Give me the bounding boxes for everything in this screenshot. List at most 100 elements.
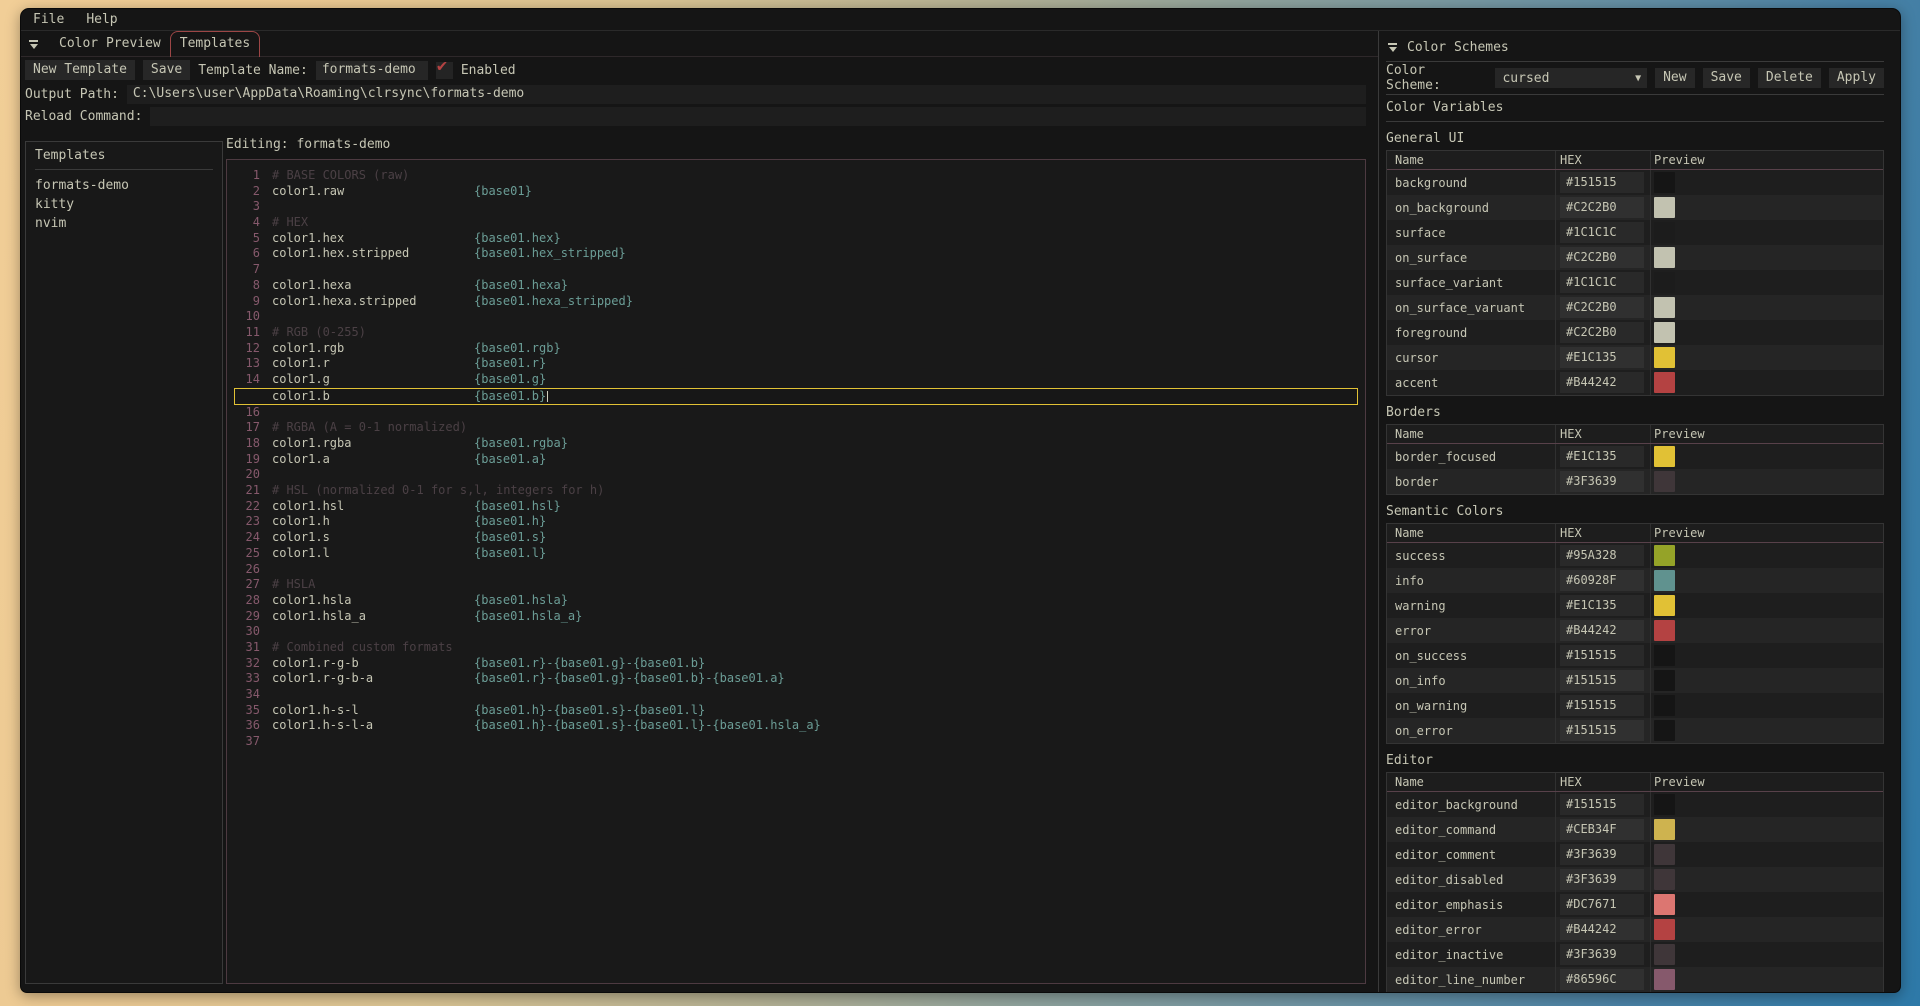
hex-input[interactable]: #C2C2B0: [1560, 322, 1644, 343]
collapse-icon[interactable]: [29, 40, 38, 49]
color-swatch[interactable]: [1654, 222, 1675, 243]
hex-input[interactable]: #151515: [1560, 794, 1644, 815]
code-line[interactable]: 33color1.r-g-b-a{base01.r}-{base01.g}-{b…: [227, 671, 1365, 687]
code-line[interactable]: 27# HSLA: [227, 577, 1365, 593]
hex-input[interactable]: #B44242: [1560, 919, 1644, 940]
color-scheme-dropdown[interactable]: cursed ▼: [1495, 68, 1647, 88]
template-name-input[interactable]: [316, 61, 428, 80]
hex-input[interactable]: #C2C2B0: [1560, 247, 1644, 268]
code-line[interactable]: 12color1.rgb{base01.rgb}: [227, 341, 1365, 357]
hex-input[interactable]: #B44242: [1560, 372, 1644, 393]
code-line[interactable]: 23color1.h{base01.h}: [227, 514, 1365, 530]
color-swatch[interactable]: [1654, 545, 1675, 566]
hex-input[interactable]: #60928F: [1560, 570, 1644, 591]
hex-input[interactable]: #151515: [1560, 720, 1644, 741]
menu-item-file[interactable]: File: [33, 12, 64, 27]
code-line[interactable]: 37: [227, 734, 1365, 750]
color-swatch[interactable]: [1654, 471, 1675, 492]
new-template-button[interactable]: New Template: [25, 60, 135, 80]
code-line[interactable]: 21# HSL (normalized 0-1 for s,l, integer…: [227, 483, 1365, 499]
code-line-input[interactable]: color1.b{base01.b}: [234, 388, 1358, 405]
hex-input[interactable]: #86596C: [1560, 969, 1644, 990]
color-swatch[interactable]: [1654, 695, 1675, 716]
code-line[interactable]: 26: [227, 562, 1365, 578]
reload-command-input[interactable]: [150, 107, 1366, 126]
collapse-icon[interactable]: [1388, 43, 1397, 52]
color-swatch[interactable]: [1654, 172, 1675, 193]
color-swatch[interactable]: [1654, 372, 1675, 393]
tab-color-preview[interactable]: Color Preview: [50, 32, 170, 57]
color-swatch[interactable]: [1654, 197, 1675, 218]
template-item-nvim[interactable]: nvim: [35, 214, 213, 233]
code-line[interactable]: 4# HEX: [227, 215, 1365, 231]
code-line[interactable]: 32color1.r-g-b{base01.r}-{base01.g}-{bas…: [227, 656, 1365, 672]
code-line[interactable]: 36color1.h-s-l-a{base01.h}-{base01.s}-{b…: [227, 718, 1365, 734]
code-line[interactable]: 6color1.hex.stripped{base01.hex_stripped…: [227, 246, 1365, 262]
code-line[interactable]: 29color1.hsla_a{base01.hsla_a}: [227, 609, 1365, 625]
code-line[interactable]: 30: [227, 624, 1365, 640]
color-swatch[interactable]: [1654, 819, 1675, 840]
hex-input[interactable]: #3F3639: [1560, 471, 1644, 492]
code-line[interactable]: 18color1.rgba{base01.rgba}: [227, 436, 1365, 452]
apply-scheme-button[interactable]: Apply: [1829, 68, 1884, 88]
hex-input[interactable]: #3F3639: [1560, 844, 1644, 865]
color-swatch[interactable]: [1654, 794, 1675, 815]
color-swatch[interactable]: [1654, 620, 1675, 641]
color-swatch[interactable]: [1654, 869, 1675, 890]
save-template-button[interactable]: Save: [143, 60, 190, 80]
code-line[interactable]: 22color1.hsl{base01.hsl}: [227, 499, 1365, 515]
color-swatch[interactable]: [1654, 944, 1675, 965]
code-line[interactable]: 5color1.hex{base01.hex}: [227, 231, 1365, 247]
delete-scheme-button[interactable]: Delete: [1758, 68, 1821, 88]
hex-input[interactable]: #E1C135: [1560, 446, 1644, 467]
hex-input[interactable]: #3F3639: [1560, 944, 1644, 965]
code-line[interactable]: 3: [227, 199, 1365, 215]
code-line[interactable]: 9color1.hexa.stripped{base01.hexa_stripp…: [227, 294, 1365, 310]
color-swatch[interactable]: [1654, 969, 1675, 990]
hex-input[interactable]: #151515: [1560, 645, 1644, 666]
enabled-checkbox[interactable]: ✔: [436, 62, 453, 79]
color-swatch[interactable]: [1654, 919, 1675, 940]
hex-input[interactable]: #3F3639: [1560, 869, 1644, 890]
color-swatch[interactable]: [1654, 570, 1675, 591]
code-line[interactable]: 7: [227, 262, 1365, 278]
hex-input[interactable]: #DC7671: [1560, 894, 1644, 915]
color-swatch[interactable]: [1654, 297, 1675, 318]
color-swatch[interactable]: [1654, 670, 1675, 691]
hex-input[interactable]: #1C1C1C: [1560, 222, 1644, 243]
code-line[interactable]: 10: [227, 309, 1365, 325]
hex-input[interactable]: #151515: [1560, 695, 1644, 716]
code-line[interactable]: 25color1.l{base01.l}: [227, 546, 1365, 562]
code-line[interactable]: 14color1.g{base01.g}: [227, 372, 1365, 388]
hex-input[interactable]: #C2C2B0: [1560, 297, 1644, 318]
code-line[interactable]: 31# Combined custom formats: [227, 640, 1365, 656]
color-swatch[interactable]: [1654, 247, 1675, 268]
hex-input[interactable]: #151515: [1560, 172, 1644, 193]
hex-input[interactable]: #C2C2B0: [1560, 197, 1644, 218]
code-line[interactable]: 2color1.raw{base01}: [227, 184, 1365, 200]
code-line[interactable]: 19color1.a{base01.a}: [227, 452, 1365, 468]
color-schemes-header[interactable]: Color Schemes: [1386, 37, 1884, 57]
hex-input[interactable]: #CEB34F: [1560, 819, 1644, 840]
code-line[interactable]: 16: [227, 405, 1365, 421]
code-line[interactable]: 13color1.r{base01.r}: [227, 356, 1365, 372]
template-item-formats-demo[interactable]: formats-demo: [35, 176, 213, 195]
template-item-kitty[interactable]: kitty: [35, 195, 213, 214]
code-line[interactable]: 24color1.s{base01.s}: [227, 530, 1365, 546]
hex-input[interactable]: #E1C135: [1560, 347, 1644, 368]
color-swatch[interactable]: [1654, 894, 1675, 915]
color-swatch[interactable]: [1654, 446, 1675, 467]
hex-input[interactable]: #E1C135: [1560, 595, 1644, 616]
color-swatch[interactable]: [1654, 720, 1675, 741]
color-swatch[interactable]: [1654, 347, 1675, 368]
code-line[interactable]: 34: [227, 687, 1365, 703]
output-path-input[interactable]: [127, 85, 1366, 104]
color-swatch[interactable]: [1654, 844, 1675, 865]
hex-input[interactable]: #95A328: [1560, 545, 1644, 566]
code-line[interactable]: 35color1.h-s-l{base01.h}-{base01.s}-{bas…: [227, 703, 1365, 719]
save-scheme-button[interactable]: Save: [1703, 68, 1750, 88]
code-line[interactable]: 1# BASE COLORS (raw): [227, 168, 1365, 184]
menu-item-help[interactable]: Help: [86, 12, 117, 27]
color-swatch[interactable]: [1654, 645, 1675, 666]
hex-input[interactable]: #151515: [1560, 670, 1644, 691]
